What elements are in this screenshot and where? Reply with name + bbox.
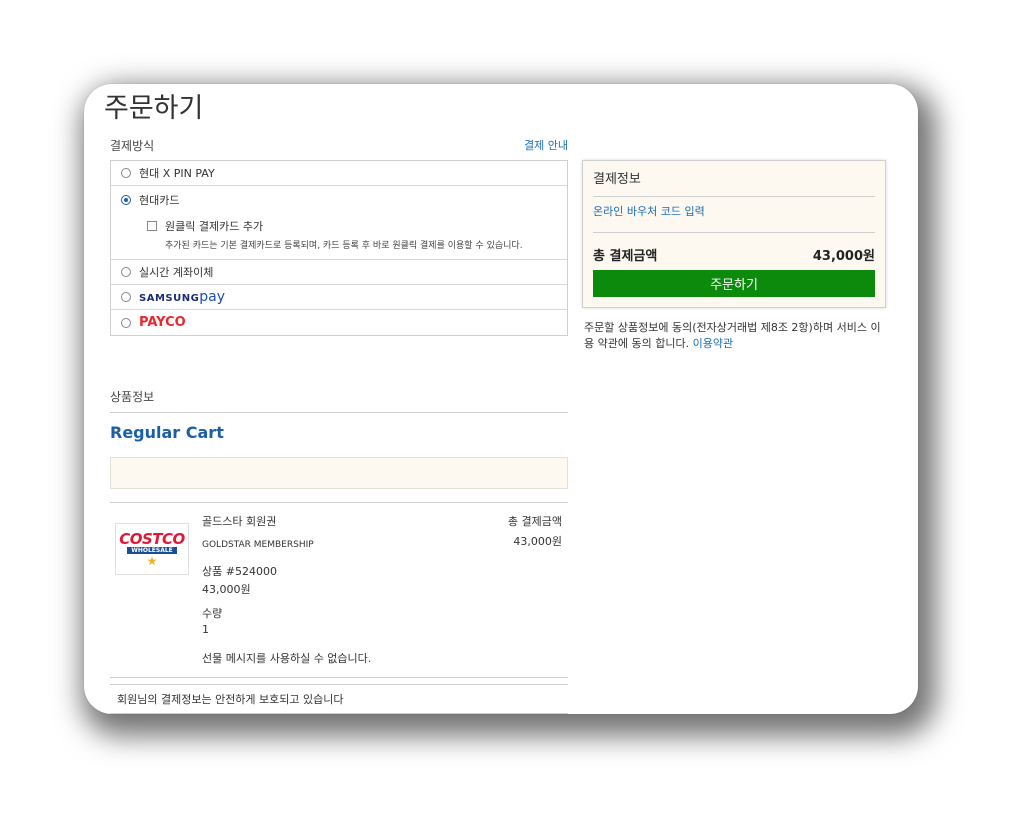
- payment-option-label: 현대카드: [139, 194, 180, 207]
- summary-total-row: 총 결제금액 43,000원: [593, 245, 875, 264]
- product-section: 상품정보 Regular Cart COSTCO WHOLESALE ★ 골드스…: [110, 384, 568, 714]
- product-total-value: 43,000원: [513, 535, 562, 548]
- oneclick-option[interactable]: 원클릭 결제카드 추가: [147, 218, 263, 234]
- voucher-row: 온라인 바우처 코드 입력: [593, 197, 875, 233]
- samsung-pay-logo: SAMSUNGpay: [139, 289, 226, 305]
- gift-note: 선물 메시지를 사용하실 수 없습니다.: [202, 652, 372, 665]
- payment-options: 현대 X PIN PAY 현대카드 원클릭 결제카드 추가 추가된 카드는 기본…: [110, 160, 568, 336]
- product-row: COSTCO WHOLESALE ★ 골드스타 회원권 GOLDSTAR MEM…: [110, 502, 568, 677]
- product-name: 골드스타 회원권: [202, 515, 277, 528]
- payment-section-title: 결제방식: [110, 138, 155, 153]
- summary-total-label: 총 결제금액: [593, 249, 658, 264]
- page-title: 주문하기: [104, 93, 204, 124]
- payment-option-payco[interactable]: PAYCO: [111, 310, 567, 335]
- product-code: 상품 #524000: [202, 565, 277, 578]
- radio-hyundai-pinpay[interactable]: [121, 168, 131, 178]
- quantity-value: 1: [202, 623, 209, 636]
- goldstar-icon: ★: [146, 553, 158, 568]
- cart-banner: [110, 457, 568, 489]
- oneclick-label: 원클릭 결제카드 추가: [165, 220, 264, 233]
- product-section-title: 상품정보: [110, 389, 155, 404]
- divider: [110, 412, 568, 413]
- order-button[interactable]: 주문하기: [593, 270, 875, 297]
- summary-title: 결제정보: [593, 161, 875, 197]
- oneclick-checkbox[interactable]: [147, 221, 157, 231]
- radio-payco[interactable]: [121, 317, 131, 328]
- secure-note: 회원님의 결제정보는 안전하게 보호되고 있습니다: [110, 684, 568, 714]
- radio-hyundai-card[interactable]: [121, 195, 131, 205]
- product-total-label: 총 결제금액: [507, 515, 562, 528]
- payment-summary: 결제정보 온라인 바우처 코드 입력 총 결제금액 43,000원 주문하기: [582, 160, 886, 308]
- summary-column: 결제정보 온라인 바우처 코드 입력 총 결제금액 43,000원 주문하기 주…: [582, 160, 886, 352]
- cart-title: Regular Cart: [110, 423, 224, 442]
- radio-bank-transfer[interactable]: [121, 267, 131, 277]
- costco-logo: COSTCO WHOLESALE ★: [115, 523, 189, 575]
- product-subname: GOLDSTAR MEMBERSHIP: [202, 540, 314, 550]
- radio-samsung-pay[interactable]: [121, 292, 131, 302]
- product-header: 상품정보: [110, 384, 568, 408]
- costco-logo-text: COSTCO: [119, 529, 185, 548]
- summary-total-value: 43,000원: [812, 249, 875, 264]
- payment-option-hyundai-card[interactable]: 현대카드 원클릭 결제카드 추가 추가된 카드는 기본 결제카드로 등록되며, …: [111, 186, 567, 260]
- quantity-label: 수량: [202, 607, 223, 620]
- payment-section: 결제방식 결제 안내 현대 X PIN PAY 현대카드 원클릭 결제카드 추가…: [110, 134, 568, 336]
- payment-option-samsung-pay[interactable]: SAMSUNGpay: [111, 285, 567, 310]
- terms-link[interactable]: 이용약관: [693, 337, 733, 350]
- terms-note: 주문할 상품정보에 동의(전자상거래법 제8조 2항)하며 서비스 이용 약관에…: [582, 320, 886, 352]
- payco-logo: PAYCO: [139, 315, 186, 330]
- product-price: 43,000원: [202, 583, 251, 596]
- payment-header: 결제방식 결제 안내: [110, 134, 568, 156]
- page-frame: 주문하기 결제방식 결제 안내 현대 X PIN PAY 현대카드 원클릭 결제…: [84, 84, 918, 714]
- payment-option-label: 현대 X PIN PAY: [139, 167, 215, 180]
- product-total: 총 결제금액 43,000원: [508, 513, 562, 549]
- oneclick-description: 추가된 카드는 기본 결제카드로 등록되며, 카드 등록 후 바로 원클릭 결제…: [165, 241, 523, 251]
- payment-option-bank-transfer[interactable]: 실시간 계좌이체: [111, 260, 567, 285]
- product-info: 골드스타 회원권 GOLDSTAR MEMBERSHIP 상품 #524000 …: [202, 513, 371, 666]
- payment-option-hyundai-pinpay[interactable]: 현대 X PIN PAY: [111, 161, 567, 186]
- payment-option-label: 실시간 계좌이체: [139, 266, 214, 279]
- voucher-link[interactable]: 온라인 바우처 코드 입력: [593, 205, 705, 218]
- payment-guide-link[interactable]: 결제 안내: [524, 137, 568, 153]
- divider: [110, 677, 568, 684]
- costco-logo-subtext: WHOLESALE: [127, 546, 177, 554]
